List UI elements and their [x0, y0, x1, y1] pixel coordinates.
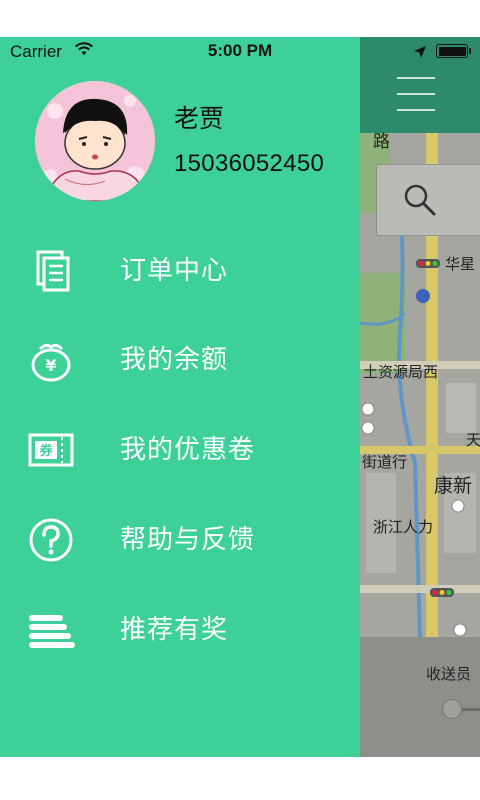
menu-item-label: 订单中心 — [120, 256, 229, 286]
bottom-area — [0, 757, 480, 800]
menu-item-help[interactable]: 帮助与反馈 — [0, 499, 360, 579]
document-icon — [36, 250, 70, 292]
coupon-icon: 券 — [28, 433, 74, 467]
map-label: 路 — [373, 132, 390, 152]
clock: 5:00 PM — [207, 41, 273, 60]
avatar[interactable] — [35, 81, 155, 201]
svg-text:¥: ¥ — [45, 356, 56, 375]
hamburger-menu-icon[interactable] — [397, 77, 435, 113]
user-phone: 15036052450 — [174, 150, 325, 177]
map-panel: 路 华星 土资源局西 天 街道行 康新 浙江人力 收送员 — [360, 37, 480, 757]
menu-item-label: 我的余额 — [120, 345, 229, 375]
battery-icon — [436, 44, 471, 58]
wallet-yen-icon: ¥ — [31, 343, 71, 382]
svg-text:券: 券 — [38, 443, 53, 459]
search-icon — [404, 184, 436, 216]
side-drawer: 老贾 15036052450 订单中心 ¥ 我的余额 券 我的优惠卷 帮助与反馈… — [0, 37, 360, 757]
battery-fill — [438, 46, 466, 56]
map-label: 华星 — [445, 255, 476, 273]
menu-item-label: 我的优惠卷 — [120, 435, 256, 465]
menu-item-balance[interactable]: ¥ 我的余额 — [0, 319, 360, 399]
courier-panel: 收送员 — [360, 637, 480, 757]
location-arrow-icon — [413, 44, 427, 63]
coin-stack-icon — [29, 615, 75, 648]
map-label: 浙江人力 — [373, 518, 434, 536]
menu-item-referral[interactable]: 推荐有奖 — [0, 589, 360, 669]
map-label: 康新 — [434, 475, 473, 497]
menu-item-label: 推荐有奖 — [120, 615, 229, 645]
map-label: 天 — [466, 431, 480, 449]
menu-item-label: 帮助与反馈 — [120, 525, 256, 555]
map-label: 土资源局西 — [363, 363, 439, 381]
courier-label: 收送员 — [426, 665, 472, 683]
map-label: 街道行 — [362, 453, 408, 471]
menu-item-coupons[interactable]: 券 我的优惠卷 — [0, 409, 360, 489]
help-icon — [29, 518, 73, 562]
user-name: 老贾 — [174, 104, 225, 133]
status-bar: Carrier 5:00 PM — [0, 37, 480, 67]
courier-slider-knob[interactable] — [442, 699, 462, 719]
map-search-button[interactable] — [376, 164, 480, 236]
menu-item-orders[interactable]: 订单中心 — [0, 230, 360, 310]
